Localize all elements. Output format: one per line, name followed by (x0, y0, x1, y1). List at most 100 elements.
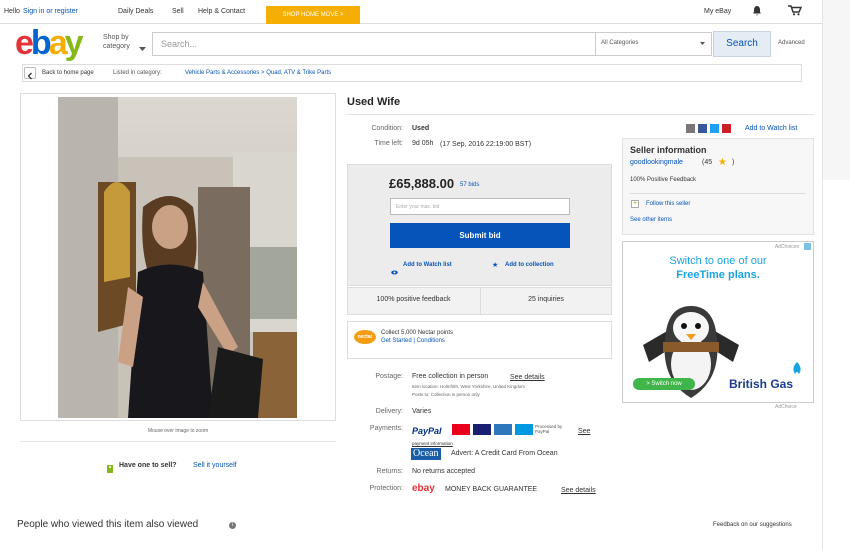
switch-now-button[interactable]: > Switch now (633, 378, 695, 390)
facebook-share-icon[interactable] (698, 124, 707, 133)
star-icon: ★ (492, 262, 499, 269)
adchoices-label[interactable]: AdChoices (775, 244, 799, 250)
category-path-link[interactable]: Vehicle Parts & Accessories > Quad, ATV … (185, 70, 331, 76)
star-icon: ★ (718, 157, 727, 168)
ad-headline-2: FreeTime plans. (676, 269, 760, 281)
feedback-score: (45 (702, 159, 713, 166)
daily-deals-link[interactable]: Daily Deals (118, 8, 153, 15)
money-back-guarantee: MONEY BACK GUARANTEE (445, 486, 538, 493)
help-contact-link[interactable]: Help & Contact (198, 8, 245, 15)
search-input[interactable]: Search... (152, 32, 596, 56)
shop-by-category-button[interactable]: Shop by category (103, 33, 130, 51)
cart-icon[interactable] (788, 5, 803, 18)
feedback-score-close: ) (732, 159, 735, 166)
advanced-search-link[interactable]: Advanced (778, 40, 805, 46)
also-viewed-heading: People who viewed this item also viewed (17, 519, 199, 530)
delivery-value: Varies (412, 408, 432, 415)
divider (20, 441, 336, 442)
sell-it-yourself-link[interactable]: Sell it yourself (193, 462, 237, 469)
nectar-logo-icon: nectar (354, 330, 376, 344)
pinterest-share-icon[interactable] (722, 124, 731, 133)
protection-label: Protection: (369, 485, 403, 492)
bell-icon[interactable] (752, 5, 762, 18)
feedback-suggestions-link[interactable]: Feedback on our suggestions (713, 522, 792, 528)
ad-headline-1: Switch to one of our (669, 255, 767, 267)
divider (347, 114, 814, 115)
nectar-links[interactable]: Get Started | Conditions (381, 338, 445, 344)
current-price: £65,888.00 (389, 176, 455, 191)
see-other-items-link[interactable]: See other items (630, 217, 672, 223)
processed-by-paypal: Processed by PayPal (535, 424, 563, 434)
greeting: Hello (4, 8, 20, 15)
item-title: Used Wife (347, 96, 401, 108)
eye-icon (391, 262, 398, 280)
seller-info-heading: Seller information (630, 145, 707, 155)
category-select[interactable]: All Categories (596, 32, 712, 56)
sell-link[interactable]: Sell (172, 8, 184, 15)
time-left-label: Time left: (374, 140, 403, 147)
inquiries-stat: 25 inquiries (528, 296, 564, 303)
email-share-icon[interactable] (686, 124, 695, 133)
time-left-value: 9d 05h (412, 140, 434, 147)
submit-bid-button[interactable]: Submit bid (390, 223, 570, 248)
ocean-advert-link[interactable]: Advert: A Credit Card From Ocean (451, 450, 558, 457)
adchoice-footer[interactable]: AdChoice (775, 404, 797, 410)
adchoices-icon[interactable] (804, 243, 811, 250)
twitter-share-icon[interactable] (710, 124, 719, 133)
amex-icon (494, 424, 512, 435)
scrollbar-thumb[interactable] (823, 0, 850, 180)
add-to-watch-list-button[interactable]: Add to Watch list (403, 262, 452, 268)
positive-feedback-stat: 100% positive feedback (376, 296, 451, 303)
bids-link[interactable]: 57 bids (460, 182, 479, 188)
see-payment-link[interactable]: See (578, 428, 590, 435)
share-icons (686, 124, 731, 133)
delivery-label: Delivery: (375, 408, 403, 415)
chevron-down-icon (139, 39, 146, 57)
listed-in-label: Listed in category: (113, 70, 162, 76)
postage-details-link[interactable]: See details (510, 374, 545, 381)
max-bid-input[interactable]: Enter your max. bid (390, 198, 570, 215)
chevron-down-icon (700, 42, 705, 48)
follow-seller-link[interactable]: Follow this seller (646, 201, 690, 207)
positive-feedback: 100% Positive Feedback (630, 177, 697, 183)
top-navigation-bar: Hello Sign in or register Daily Deals Se… (0, 0, 822, 24)
add-to-collection-button[interactable]: Add to collection (505, 262, 554, 268)
item-location: Item location: Holmfirth, West Yorkshire… (412, 384, 525, 389)
info-icon[interactable]: i (229, 522, 236, 529)
mastercard-icon (452, 424, 470, 435)
postage-label: Postage: (375, 373, 403, 380)
search-button[interactable]: Search (713, 31, 771, 57)
british-gas-advert[interactable]: AdChoices Switch to one of our FreeTime … (622, 241, 814, 403)
scrollbar[interactable] (822, 0, 850, 550)
my-ebay-link[interactable]: My eBay (704, 8, 731, 15)
back-to-home-link[interactable]: Back to home page (42, 70, 94, 76)
british-gas-logo: British Gas (729, 377, 794, 391)
postage-value: Free collection in person (412, 373, 489, 380)
sign-in-link[interactable]: Sign in or register (23, 8, 78, 15)
ebay-protection-logo: ebay (412, 483, 435, 494)
posts-to: Posts to: Collection in person only (412, 392, 480, 397)
add-to-watch-list-link[interactable]: Add to Watch list (745, 125, 797, 132)
condition-value: Used (412, 125, 430, 132)
end-time: (17 Sep, 2016 22:19:00 BST) (440, 141, 532, 148)
plus-icon: + (631, 200, 639, 208)
visa-icon (473, 424, 491, 435)
returns-value: No returns accepted (412, 468, 476, 475)
payment-info-link[interactable]: payment information (412, 441, 453, 446)
guarantee-details-link[interactable]: See details (561, 487, 596, 494)
nectar-collect-text: Collect 5,000 Nectar points (381, 330, 454, 336)
shop-home-move-banner[interactable]: SHOP HOME MOVE > (266, 6, 360, 24)
divider (630, 193, 806, 194)
payments-label: Payments: (369, 425, 403, 432)
card-logos (452, 424, 533, 435)
seller-name-link[interactable]: goodlookingmale (630, 159, 683, 166)
zoom-hint: Mouse over image to zoom (147, 428, 209, 434)
back-arrow-icon[interactable] (24, 67, 36, 80)
have-one-to-sell-label: Have one to sell? (119, 462, 177, 469)
condition-label: Condition: (371, 125, 403, 132)
returns-label: Returns: (376, 468, 403, 475)
ebay-logo[interactable]: ebay (15, 26, 84, 60)
maestro-icon (515, 424, 533, 435)
item-photo[interactable] (58, 97, 297, 418)
flame-icon (791, 362, 803, 381)
